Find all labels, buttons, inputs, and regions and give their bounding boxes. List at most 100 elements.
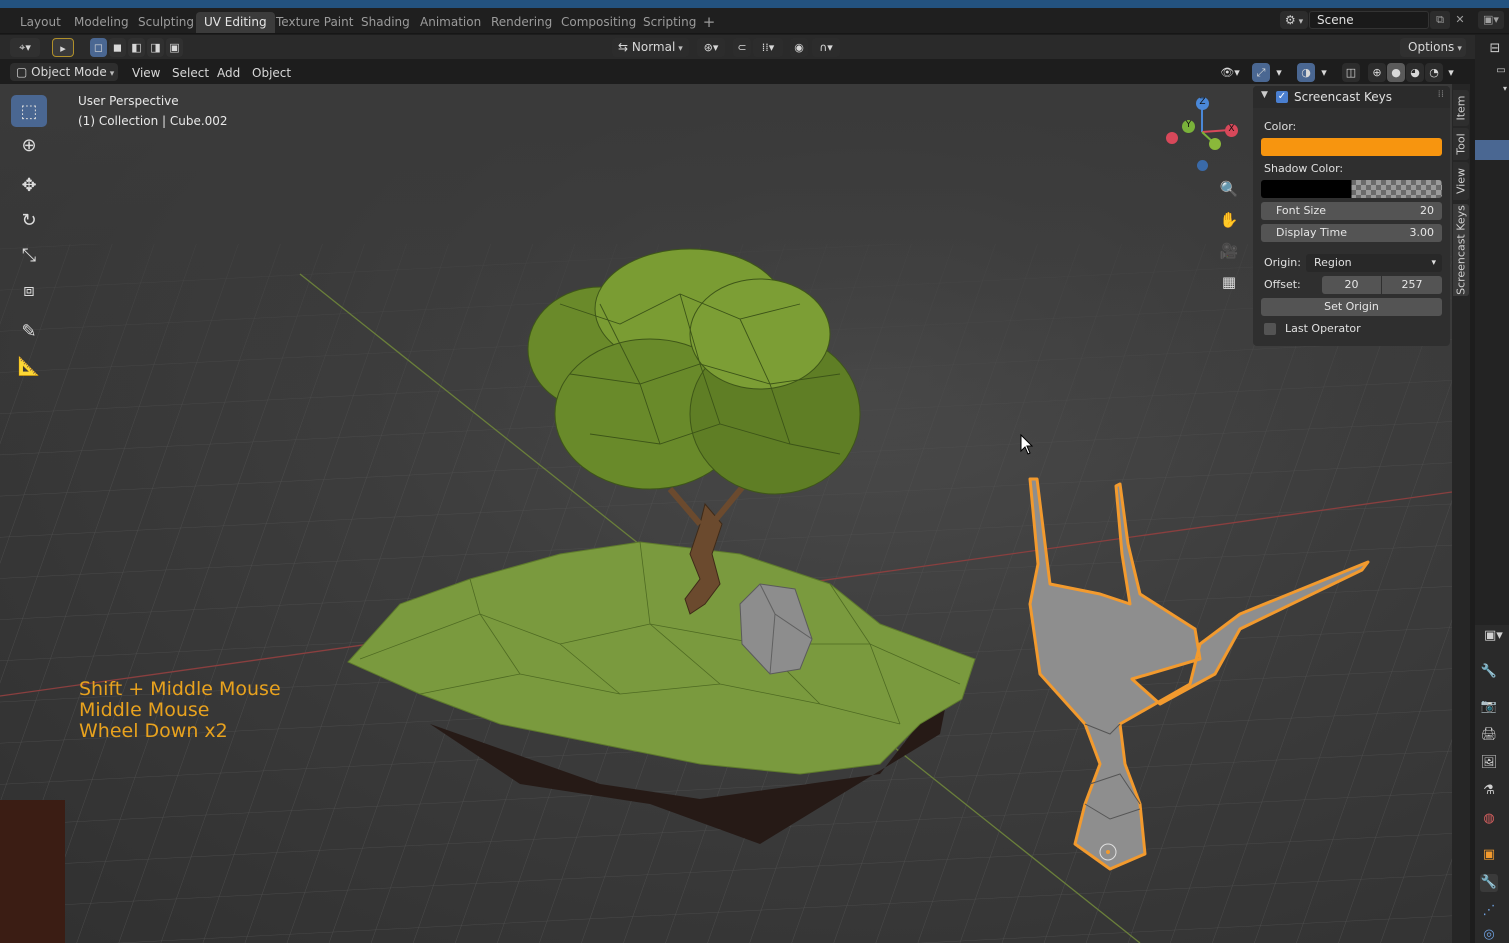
camera-view-icon[interactable]: 🎥 (1218, 240, 1240, 262)
select-mode-new-icon[interactable]: ◻ (90, 38, 107, 57)
zoom-icon[interactable]: 🔍 (1218, 178, 1240, 200)
sidebar-tab-tool[interactable]: Tool (1453, 128, 1469, 160)
render-properties-icon[interactable]: 📷 (1480, 698, 1498, 716)
outliner-arrow-icon[interactable]: ▾ (1496, 80, 1509, 98)
output-properties-icon[interactable]: 🖨 (1480, 726, 1498, 744)
cursor-tool-icon[interactable]: ⊕ (11, 129, 47, 161)
outliner-filter-icon[interactable]: ⊟ (1486, 40, 1504, 58)
pan-hand-icon[interactable]: ✋ (1218, 209, 1240, 231)
physics-properties-icon[interactable]: ◎ (1480, 926, 1498, 943)
shadow-color-swatch[interactable] (1261, 180, 1442, 198)
overlay-dropdown-icon[interactable]: ▾ (1317, 63, 1331, 82)
tool-properties-icon[interactable]: 🔧 (1480, 663, 1498, 681)
editor-type-icon[interactable]: ⌖▾ (10, 38, 40, 57)
tab-sculpting[interactable]: Sculpting (130, 12, 202, 33)
move-tool-icon[interactable]: ✥ (11, 169, 47, 201)
gizmo-z-axis[interactable]: Z (1196, 97, 1209, 110)
falloff-icon[interactable]: ∩▾ (812, 38, 840, 57)
world-properties-icon[interactable]: ◍ (1480, 810, 1498, 828)
display-time-field[interactable]: Display Time 3.00 (1261, 224, 1442, 242)
proportional-edit-icon[interactable]: ◉ (790, 38, 808, 57)
overlay-toggle-icon[interactable]: ◑ (1297, 63, 1315, 82)
menu-view[interactable]: View (126, 63, 166, 83)
last-operator-checkbox[interactable] (1264, 323, 1276, 335)
tab-uv-editing[interactable]: UV Editing (196, 12, 275, 33)
select-tool-icon[interactable]: ▸ (52, 38, 74, 57)
gizmo-dropdown-icon[interactable]: ▾ (1272, 63, 1286, 82)
tab-rendering[interactable]: Rendering (483, 12, 560, 33)
modifier-properties-icon[interactable]: 🔧 (1480, 874, 1498, 892)
select-mode-intersect-icon[interactable]: ▣ (166, 38, 183, 57)
particles-properties-icon[interactable]: ⋰ (1480, 902, 1498, 920)
solid-shading-icon[interactable]: ● (1387, 63, 1405, 82)
font-size-field[interactable]: Font Size 20 (1261, 202, 1442, 220)
outliner-expand-icon[interactable]: ▭ (1492, 62, 1509, 80)
sidebar-tab-screencast-keys[interactable]: Screencast Keys (1453, 204, 1469, 296)
add-workspace-button[interactable]: + (700, 12, 718, 32)
transform-tool-icon[interactable]: ⧈ (11, 274, 47, 306)
new-scene-icon[interactable]: ⧉ (1430, 11, 1450, 29)
menu-object[interactable]: Object (246, 63, 297, 83)
drag-handle-icon[interactable]: ⁞⁞ (1438, 89, 1444, 100)
xray-toggle-icon[interactable]: ◫ (1342, 63, 1360, 82)
sidebar-tab-view[interactable]: View (1453, 162, 1469, 200)
rotate-tool-icon[interactable]: ↻ (11, 204, 47, 236)
object-mode-dropdown[interactable]: ▢ Object Mode ▾ (10, 63, 118, 81)
viewport-perspective-label: User Perspective (78, 94, 179, 108)
scale-tool-icon[interactable]: ⤡ (11, 239, 47, 271)
gizmo-toggle-icon[interactable]: ⤢ (1252, 63, 1270, 82)
pivot-point-icon[interactable]: ⊛▾ (697, 38, 725, 57)
gizmo-neg-y[interactable] (1209, 138, 1221, 150)
select-mode-difference-icon[interactable]: ◨ (147, 38, 164, 57)
visibility-icon[interactable]: 👁▾ (1214, 63, 1246, 82)
gizmo-x-axis[interactable]: X (1225, 124, 1238, 137)
sidebar-tab-item[interactable]: Item (1453, 90, 1469, 126)
transform-orientation-dropdown[interactable]: ⇆ Normal ▾ (612, 38, 689, 57)
menu-add[interactable]: Add (211, 63, 246, 83)
menu-select[interactable]: Select (166, 63, 215, 83)
set-origin-button[interactable]: Set Origin (1261, 298, 1442, 316)
tab-animation[interactable]: Animation (412, 12, 489, 33)
select-mode-extend-icon[interactable]: ◼ (109, 38, 126, 57)
view-layer-icon[interactable]: ▣▾ (1478, 11, 1504, 29)
color-swatch[interactable] (1261, 138, 1442, 156)
wireframe-shading-icon[interactable]: ⊕ (1368, 63, 1386, 82)
material-shading-icon[interactable]: ◕ (1406, 63, 1424, 82)
view-layer-properties-icon[interactable]: 🖼 (1480, 754, 1498, 772)
annotate-tool-icon[interactable]: ✎ (11, 315, 47, 347)
offset-x-field[interactable]: 20 (1322, 276, 1381, 294)
mode-icon: ▢ (16, 65, 32, 79)
tab-layout[interactable]: Layout (12, 12, 69, 33)
measure-tool-icon[interactable]: 📐 (11, 350, 47, 382)
shading-dropdown-icon[interactable]: ▾ (1444, 63, 1458, 82)
delete-scene-icon[interactable]: ✕ (1450, 11, 1470, 29)
collapse-arrow-icon[interactable]: ▼ (1261, 90, 1268, 100)
select-mode-subtract-icon[interactable]: ◧ (128, 38, 145, 57)
tab-shading[interactable]: Shading (353, 12, 418, 33)
scene-name-field[interactable]: Scene (1309, 11, 1429, 29)
snap-target-icon[interactable]: ⁞⁞▾ (753, 38, 783, 57)
scene-selector-icon[interactable]: ⚙ ▾ (1280, 11, 1308, 29)
snap-toggle-icon[interactable]: ⊂ (733, 38, 751, 57)
tab-compositing[interactable]: Compositing (553, 12, 644, 33)
gizmo-neg-x[interactable] (1166, 132, 1178, 144)
rendered-shading-icon[interactable]: ◔ (1425, 63, 1443, 82)
screencast-enabled-checkbox[interactable]: ✓ (1276, 91, 1288, 103)
properties-editor-icon[interactable]: ▣▾ (1484, 627, 1503, 645)
outliner-selection-highlight (1475, 140, 1509, 160)
object-properties-icon[interactable]: ▣ (1480, 846, 1498, 864)
perspective-toggle-icon[interactable]: ▦ (1218, 271, 1240, 293)
font-size-label: Font Size (1276, 204, 1327, 217)
options-dropdown[interactable]: Options ▾ (1400, 38, 1466, 57)
gizmo-neg-z[interactable] (1197, 160, 1208, 171)
tab-texture-paint[interactable]: Texture Paint (268, 12, 361, 33)
tab-modeling[interactable]: Modeling (66, 12, 137, 33)
gizmo-y-axis[interactable]: Y (1182, 120, 1195, 133)
origin-dropdown[interactable]: Region ▾ (1306, 254, 1442, 272)
select-box-tool-icon[interactable]: ⬚ (11, 95, 47, 127)
offset-y-field[interactable]: 257 (1382, 276, 1442, 294)
mouse-cursor-icon (1020, 434, 1034, 455)
panel-header[interactable]: ▼ ✓ Screencast Keys ⁞⁞ (1253, 86, 1450, 108)
scene-properties-icon[interactable]: ⚗ (1480, 782, 1498, 800)
tab-scripting[interactable]: Scripting (635, 12, 704, 33)
